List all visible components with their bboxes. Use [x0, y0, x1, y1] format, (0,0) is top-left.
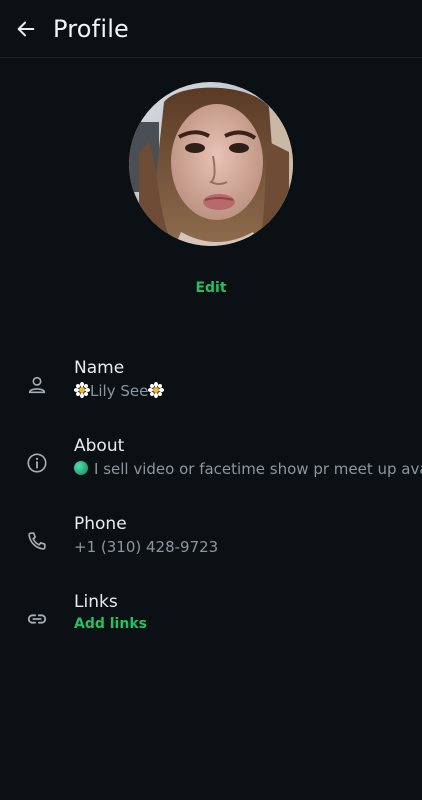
- name-value: Lily See: [74, 382, 422, 400]
- profile-screen: Profile Edit Name Lily See About I sell …: [0, 0, 422, 800]
- add-links-button[interactable]: Add links: [74, 616, 422, 632]
- page-title: Profile: [53, 14, 130, 43]
- back-button[interactable]: [8, 11, 44, 47]
- about-value: I sell video or facetime show pr meet up…: [74, 460, 422, 478]
- name-label: Name: [74, 358, 125, 378]
- daisy-emoji-icon: [148, 382, 165, 398]
- link-icon: [24, 606, 50, 632]
- phone-value: +1 (310) 428-9723: [74, 538, 219, 556]
- profile-photo[interactable]: [129, 82, 293, 246]
- phone-label: Phone: [74, 514, 127, 534]
- links-label: Links: [74, 592, 118, 612]
- person-icon: [24, 372, 50, 398]
- daisy-emoji-icon: [74, 382, 90, 398]
- phone-row[interactable]: Phone +1 (310) 428-9723: [0, 514, 422, 584]
- avatar-image: [129, 82, 293, 246]
- arrow-left-icon: [17, 21, 35, 36]
- about-row[interactable]: About I sell video or facetime show pr m…: [0, 436, 422, 506]
- phone-icon: [24, 528, 50, 554]
- links-row[interactable]: Links Add links: [0, 592, 422, 662]
- info-icon: [24, 450, 50, 476]
- name-row[interactable]: Name Lily See: [0, 358, 422, 428]
- top-app-bar: Profile: [0, 0, 422, 58]
- name-text: Lily See: [90, 382, 149, 400]
- edit-photo-link[interactable]: Edit: [0, 280, 422, 296]
- about-text: I sell video or facetime show pr meet up…: [94, 460, 422, 478]
- about-label: About: [74, 436, 125, 456]
- green-circle-emoji-icon: [74, 461, 88, 475]
